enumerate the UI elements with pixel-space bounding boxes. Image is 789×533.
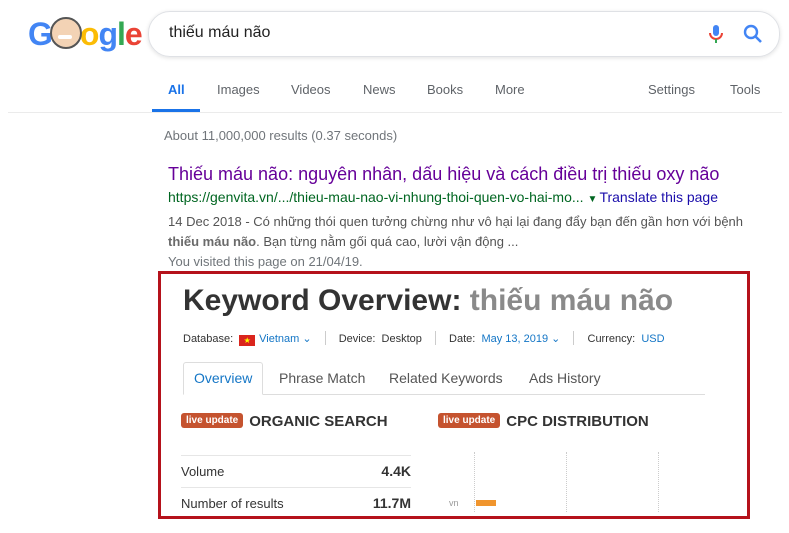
- date-select[interactable]: May 13, 2019: [481, 333, 548, 345]
- search-tabs: All Images Videos News Books More Settin…: [0, 60, 789, 112]
- tab-ads-history[interactable]: Ads History: [529, 370, 601, 386]
- tab-phrase-match[interactable]: Phrase Match: [279, 370, 365, 386]
- table-row: Volume 4.4K: [181, 455, 411, 487]
- live-update-badge: live update: [438, 413, 501, 428]
- tab-settings[interactable]: Settings: [648, 82, 695, 97]
- result-date: 14 Dec 2018: [168, 214, 242, 229]
- device-label: Device:: [338, 333, 376, 345]
- tab-books[interactable]: Books: [427, 82, 463, 97]
- database-label: Database:: [183, 333, 234, 345]
- snippet-text-b: . Bạn từng nằm gối quá cao, lười vận độn…: [256, 234, 519, 249]
- keyword-overview-panel: Keyword Overview: thiếu máu não Database…: [158, 271, 750, 519]
- country-label: vn: [449, 498, 459, 508]
- result-title-link[interactable]: Thiếu máu não: nguyên nhân, dấu hiệu và …: [168, 162, 768, 186]
- separator: [324, 331, 326, 345]
- currency-select[interactable]: USD: [641, 333, 664, 345]
- doodle-face-icon: [49, 17, 82, 49]
- keyword-overview-keyword: thiếu máu não: [469, 284, 674, 317]
- tab-videos[interactable]: Videos: [291, 82, 331, 97]
- live-update-badge: live update: [181, 413, 244, 428]
- date-label: Date:: [449, 333, 476, 345]
- tab-news[interactable]: News: [363, 82, 396, 97]
- grid-line: [658, 452, 659, 512]
- overview-meta-bar: Database: ★ Vietnam ⌄ Device: Desktop Date…: [183, 331, 665, 346]
- chevron-down-icon[interactable]: ⌄: [299, 333, 311, 345]
- visited-note: You visited this page on 21/04/19.: [168, 254, 363, 269]
- result-url-line: https://genvita.vn/.../thieu-mau-nao-vi-…: [168, 187, 768, 210]
- search-icon[interactable]: [741, 22, 765, 46]
- row-value: 4.4K: [381, 463, 411, 479]
- grid-line: [566, 452, 567, 512]
- dropdown-arrow-icon[interactable]: ▼: [588, 194, 598, 205]
- tab-tools[interactable]: Tools: [730, 82, 760, 97]
- overview-tabs: Overview Phrase Match Related Keywords A…: [183, 362, 705, 395]
- database-select[interactable]: Vietnam: [259, 333, 299, 345]
- grid-line: [474, 452, 475, 512]
- row-label: Number of results: [181, 496, 284, 511]
- currency-label: Currency:: [587, 333, 636, 345]
- tab-overview[interactable]: Overview: [183, 362, 264, 395]
- result-url: https://genvita.vn/.../thieu-mau-nao-vi-…: [168, 189, 584, 205]
- google-logo[interactable]: Gogle: [28, 14, 143, 54]
- tab-more[interactable]: More: [495, 82, 525, 97]
- snippet-bold: thiếu máu não: [168, 234, 257, 249]
- cpc-distribution-chart: vn: [441, 452, 741, 512]
- search-result: Thiếu máu não: nguyên nhân, dấu hiệu và …: [168, 162, 768, 271]
- row-value: 11.7M: [372, 495, 411, 511]
- divider: [8, 112, 782, 113]
- organic-search-title: ORGANIC SEARCH: [249, 413, 388, 430]
- search-input[interactable]: thiếu máu não: [169, 24, 270, 42]
- snippet-text-a: - Có những thói quen tưởng chừng như vô …: [241, 214, 744, 229]
- cpc-bar: [476, 500, 496, 506]
- result-snippet: 14 Dec 2018 - Có những thói quen tưởng c…: [168, 212, 758, 252]
- result-stats: About 11,000,000 results (0.37 seconds): [164, 128, 398, 143]
- microphone-icon[interactable]: [704, 22, 728, 46]
- keyword-overview-title: Keyword Overview: thiếu máu não: [183, 284, 673, 318]
- tab-related-keywords[interactable]: Related Keywords: [389, 370, 503, 386]
- cpc-distribution-heading: live update CPC DISTRIBUTION: [438, 413, 649, 430]
- row-label: Volume: [181, 464, 225, 479]
- device-value[interactable]: Desktop: [382, 333, 422, 345]
- table-row: Number of results 11.7M: [181, 487, 411, 516]
- search-box[interactable]: thiếu máu não: [148, 11, 780, 57]
- separator: [573, 331, 575, 345]
- translate-link[interactable]: Translate this page: [599, 189, 718, 205]
- tab-all[interactable]: All: [168, 82, 185, 97]
- organic-search-table: Volume 4.4K Number of results 11.7M: [181, 455, 411, 516]
- vietnam-flag-icon: ★: [239, 335, 256, 346]
- separator: [434, 331, 436, 345]
- cpc-distribution-title: CPC DISTRIBUTION: [506, 413, 649, 430]
- organic-search-heading: live update ORGANIC SEARCH: [181, 413, 388, 430]
- chevron-down-icon[interactable]: ⌄: [548, 333, 560, 345]
- keyword-overview-prefix: Keyword Overview:: [183, 284, 462, 317]
- tab-images[interactable]: Images: [217, 82, 260, 97]
